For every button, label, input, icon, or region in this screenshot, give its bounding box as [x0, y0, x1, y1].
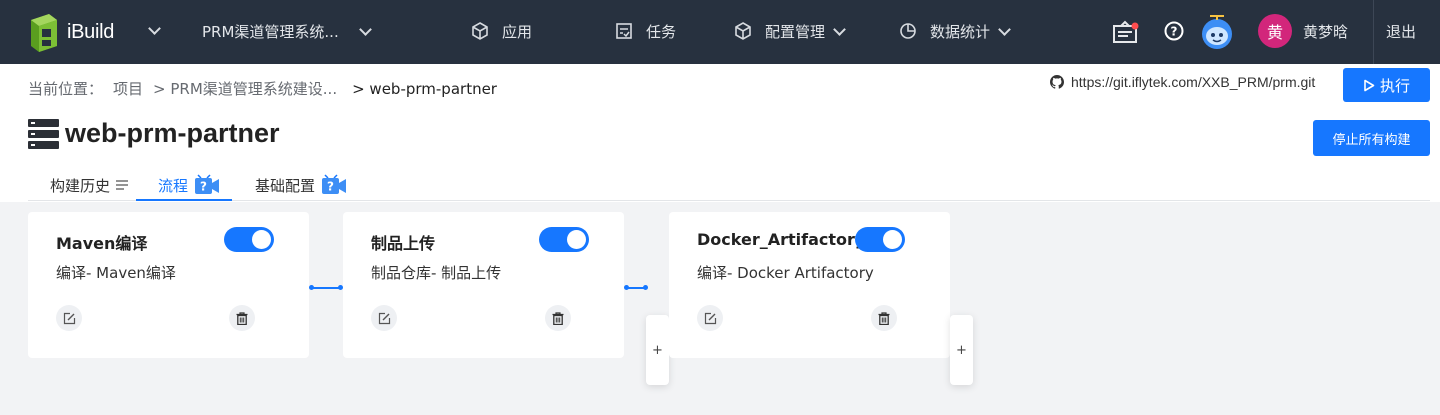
breadcrumb-item[interactable]: 项目 [113, 78, 143, 99]
chevron-down-icon [358, 22, 372, 36]
logout-button[interactable]: 退出 [1386, 20, 1416, 42]
video-help-icon[interactable]: ? [321, 174, 347, 196]
user-name: 黄梦晗 [1303, 22, 1349, 41]
pipeline-step-card[interactable]: Docker_Artifactory 编译- Docker Artifactor… [669, 212, 950, 358]
github-icon [1050, 75, 1064, 89]
app-switch-dropdown[interactable] [148, 22, 161, 35]
tab-label: 流程 [158, 176, 189, 195]
step-description: 编译- Docker Artifactory [697, 264, 874, 282]
nav-item-apps[interactable]: 应用 [470, 20, 532, 42]
cube-icon [472, 22, 488, 40]
nav-item-stats[interactable]: 数据统计 [898, 20, 1011, 42]
page-title: web-prm-partner [28, 118, 280, 149]
delete-step-button[interactable] [871, 305, 897, 331]
repo-link[interactable]: https://git.iflytek.com/XXB_PRM/prm.git [1050, 74, 1315, 90]
logout-label: 退出 [1386, 22, 1417, 41]
breadcrumb-current: > web-prm-partner [352, 79, 497, 98]
svg-text:?: ? [327, 180, 334, 194]
trash-icon [878, 311, 890, 325]
edit-icon [378, 312, 390, 324]
delete-step-button[interactable] [229, 305, 255, 331]
pipeline-step-card[interactable]: Maven编译 编译- Maven编译 [28, 212, 309, 358]
notification-button[interactable] [1113, 20, 1139, 44]
edit-step-button[interactable] [371, 305, 397, 331]
toggle-knob [883, 230, 902, 249]
svg-text:?: ? [200, 180, 207, 194]
step-name: Docker_Artifactory [697, 230, 866, 249]
step-enable-toggle[interactable] [224, 227, 274, 252]
step-enable-toggle[interactable] [539, 227, 589, 252]
nav-item-label: 应用 [502, 22, 533, 41]
step-name: 制品上传 [371, 234, 436, 253]
avatar: 黄 [1258, 14, 1292, 48]
repo-url: https://git.iflytek.com/XXB_PRM/prm.git [1071, 74, 1316, 90]
step-description: 编译- Maven编译 [56, 264, 176, 282]
breadcrumb: 当前位置： 项目 > PRM渠道管理系统建设... > web-prm-part… [28, 78, 507, 99]
edit-step-button[interactable] [56, 305, 82, 331]
nav-item-label: 任务 [646, 22, 677, 41]
add-step-button[interactable]: + [950, 315, 973, 385]
chevron-down-icon [148, 22, 161, 35]
project-name: PRM渠道管理系统... [202, 22, 339, 41]
edit-icon [704, 312, 716, 324]
help-icon: ? [1164, 21, 1184, 41]
chevron-down-icon [833, 22, 846, 36]
step-connector [309, 285, 343, 290]
step-description: 制品仓库- 制品上传 [371, 264, 502, 282]
pipeline-flow: Maven编译 编译- Maven编译 制品上传 制品仓库- 制品上传 + Do… [0, 202, 1440, 415]
delete-step-button[interactable] [545, 305, 571, 331]
tab-bar: 构建历史 流程 ? 基础配置 ? [28, 168, 1430, 201]
add-step-button[interactable]: + [646, 315, 669, 385]
message-box-icon [1113, 20, 1139, 43]
main-content: 当前位置： 项目 > PRM渠道管理系统建设... > web-prm-part… [0, 64, 1440, 415]
run-label: 执行 [1379, 76, 1410, 95]
stop-all-label: 停止所有构建 [1332, 132, 1411, 148]
brand-name: iBuild [67, 20, 115, 43]
page-title-text: web-prm-partner [65, 118, 280, 148]
nav-item-tasks[interactable]: 任务 [614, 20, 676, 42]
nav-divider [1373, 0, 1374, 64]
ibuild-logo-icon [31, 14, 57, 52]
active-tab-indicator [136, 199, 232, 201]
svg-text:?: ? [1171, 25, 1178, 39]
pie-chart-icon [900, 23, 916, 39]
assistant-robot-button[interactable] [1198, 12, 1236, 50]
trash-icon [236, 311, 248, 325]
nav-item-config[interactable]: 配置管理 [733, 20, 846, 42]
step-enable-toggle[interactable] [855, 227, 905, 252]
box-icon [735, 22, 751, 40]
user-menu[interactable]: 黄 黄梦晗 [1258, 14, 1348, 48]
toggle-knob [567, 230, 586, 249]
help-button[interactable]: ? [1164, 21, 1184, 41]
video-help-icon[interactable]: ? [194, 174, 220, 196]
list-icon [116, 180, 129, 190]
task-icon [616, 23, 632, 39]
nav-item-label: 数据统计 [930, 22, 991, 41]
tab-label: 构建历史 [50, 176, 111, 195]
robot-mascot-icon [1202, 15, 1232, 49]
breadcrumb-item[interactable]: > PRM渠道管理系统建设... [153, 78, 337, 99]
app-logo[interactable]: iBuild [27, 10, 114, 54]
top-nav: iBuild PRM渠道管理系统... 应用 任务 配置管理 数据统计 ? 黄 … [0, 0, 1440, 64]
tab-basic-config[interactable]: 基础配置 ? [255, 173, 347, 197]
server-icon [28, 118, 59, 149]
chevron-down-icon [998, 22, 1011, 36]
edit-step-button[interactable] [697, 305, 723, 331]
step-connector [624, 285, 648, 290]
stop-all-builds-button[interactable]: 停止所有构建 [1313, 120, 1430, 156]
breadcrumb-prefix: 当前位置： [28, 80, 104, 98]
step-name: Maven编译 [56, 234, 148, 253]
trash-icon [552, 311, 564, 325]
tab-flow[interactable]: 流程 ? [158, 173, 220, 197]
play-icon [1364, 79, 1375, 91]
toggle-knob [252, 230, 271, 249]
project-select[interactable]: PRM渠道管理系统... [202, 20, 372, 42]
pipeline-step-card[interactable]: 制品上传 制品仓库- 制品上传 [343, 212, 624, 358]
run-button[interactable]: 执行 [1343, 68, 1430, 102]
tab-label: 基础配置 [255, 176, 316, 195]
nav-item-label: 配置管理 [765, 22, 826, 41]
tab-build-history[interactable]: 构建历史 [50, 173, 129, 197]
edit-icon [63, 312, 75, 324]
